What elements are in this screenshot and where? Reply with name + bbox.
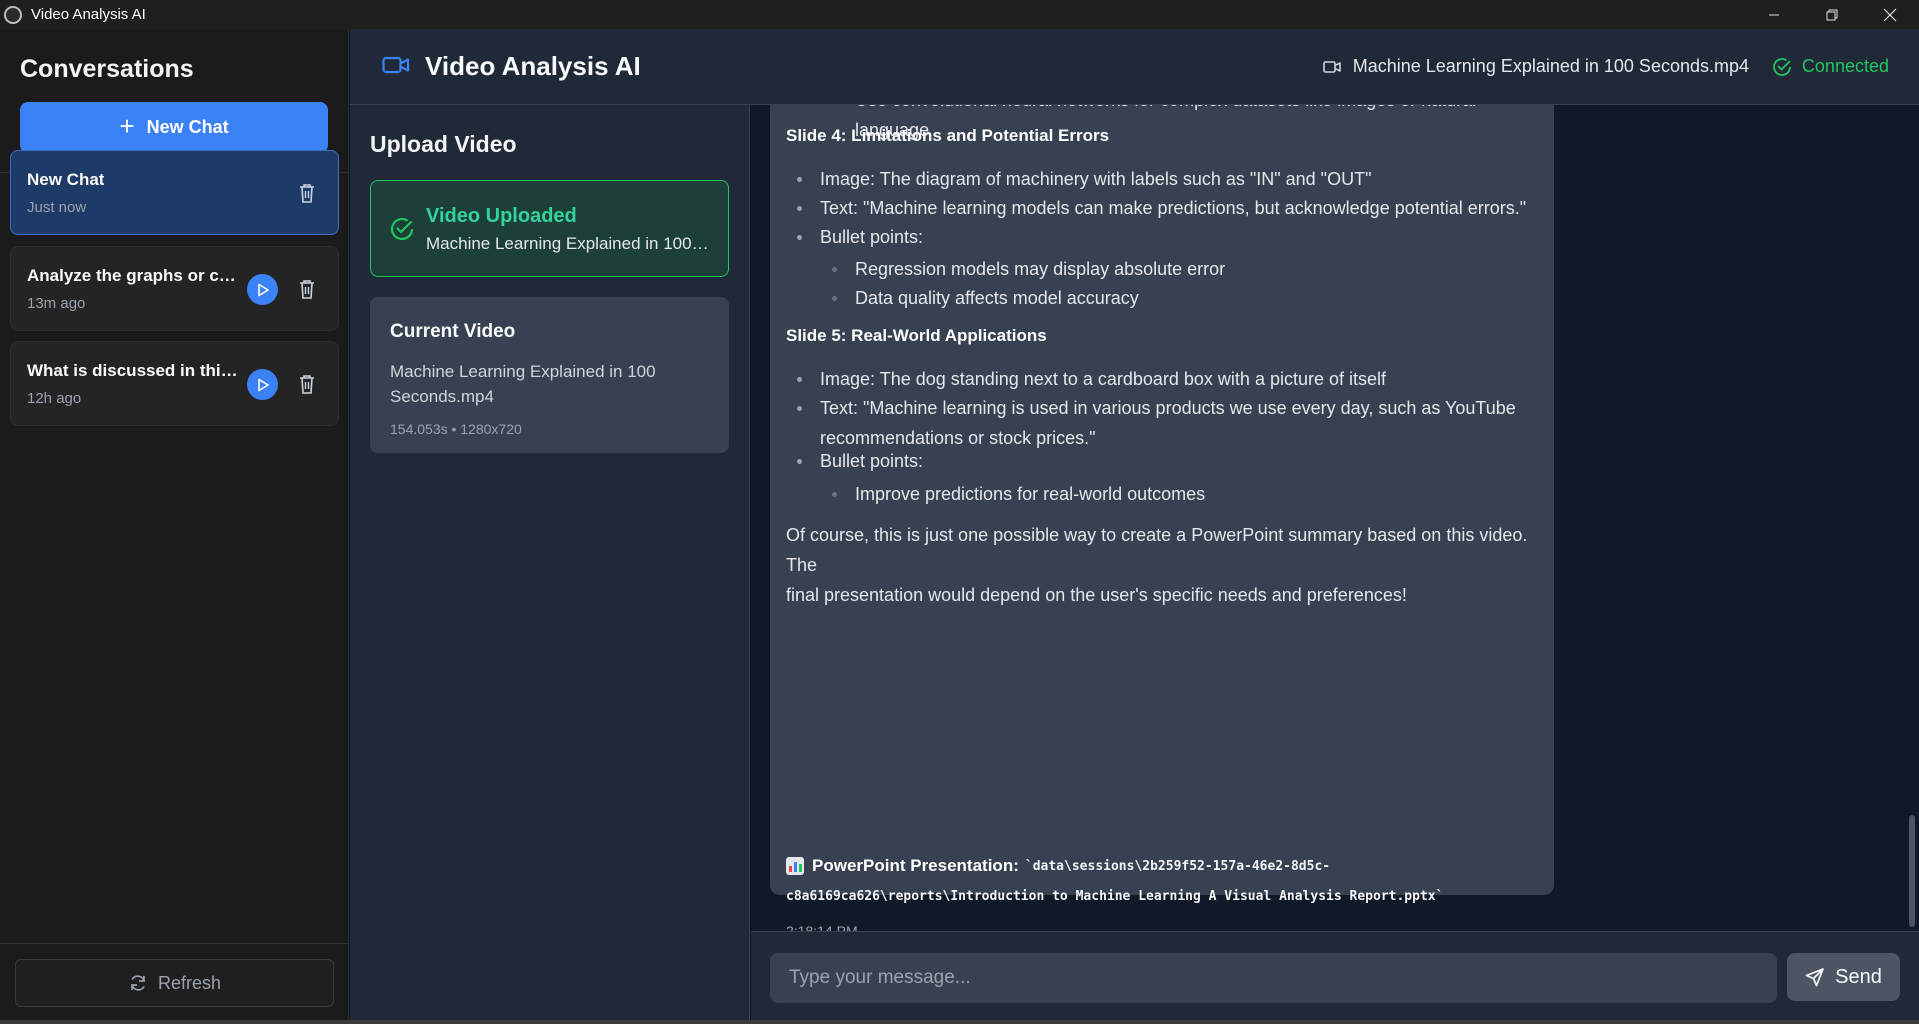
- header-file-name: Machine Learning Explained in 100 Second…: [1352, 56, 1749, 76]
- current-video-card: Current Video Machine Learning Explained…: [370, 297, 729, 453]
- message-composer: Send: [751, 931, 1919, 1024]
- restore-icon[interactable]: [1803, 0, 1861, 29]
- sidebar-footer-divider: [0, 943, 349, 944]
- upload-status-card[interactable]: Video Uploaded Machine Learning Explaine…: [370, 180, 729, 277]
- paragraph-line: final presentation would depend on the u…: [786, 585, 1407, 605]
- bar-chart-icon: [786, 857, 804, 875]
- play-button[interactable]: [247, 369, 278, 400]
- trash-icon[interactable]: [298, 182, 316, 204]
- conversation-item[interactable]: Analyze the graphs or charts in this vid…: [10, 246, 339, 331]
- list-item: Bullet points:: [796, 222, 923, 252]
- current-video-meta: 154.053s • 1280x720: [390, 421, 522, 437]
- refresh-icon: [131, 975, 145, 991]
- video-file-icon: [1322, 60, 1341, 73]
- app-logo-icon: [4, 5, 22, 24]
- message-input[interactable]: [770, 953, 1777, 1003]
- play-icon: [257, 283, 269, 296]
- connection-status-label: Connected: [1801, 56, 1889, 76]
- list-item: Regression models may display absolute e…: [831, 254, 1225, 284]
- sidebar-heading: Conversations: [20, 55, 194, 83]
- plus-icon: +: [119, 111, 135, 141]
- assistant-message: Use convolutional neural networks for co…: [770, 105, 1554, 931]
- conversation-title: New Chat: [27, 170, 105, 189]
- conversation-item[interactable]: What is discussed in this video? 12h ago: [10, 341, 339, 426]
- window-controls: [1745, 0, 1919, 29]
- refresh-button[interactable]: Refresh: [15, 959, 334, 1007]
- refresh-label: Refresh: [157, 972, 222, 993]
- upload-status-title: Video Uploaded: [426, 205, 577, 227]
- powerpoint-path-continued: c8a6169ca626\reports\Introduction to Mac…: [786, 889, 1444, 904]
- slide-heading: Slide 4: Limitations and Potential Error…: [786, 126, 1110, 145]
- chat-scrollbar[interactable]: [1909, 815, 1915, 927]
- send-button[interactable]: Send: [1787, 953, 1900, 1001]
- conversation-title: Analyze the graphs or charts in this vid…: [27, 266, 242, 285]
- paragraph-line: Of course, this is just one possible way…: [786, 525, 1528, 575]
- powerpoint-path: `data\sessions\2b259f52-157a-46e2-8d5c-: [1024, 858, 1331, 874]
- new-chat-label: New Chat: [146, 117, 229, 137]
- trash-icon[interactable]: [298, 278, 316, 300]
- message-timestamp: 2:18:14 PM: [786, 923, 858, 931]
- window-title: Video Analysis AI: [31, 6, 146, 23]
- current-video-file: Machine Learning Explained in 100 Second…: [390, 362, 656, 406]
- list-item-line: recommendations or stock prices.": [820, 428, 1096, 448]
- list-item: Image: The diagram of machinery with lab…: [796, 164, 1371, 194]
- play-icon: [257, 378, 269, 391]
- current-video-title: Current Video: [390, 321, 516, 342]
- list-item: Text: "Machine learning is used in vario…: [797, 393, 1516, 453]
- app-header: Video Analysis AI Machine Learning Expla…: [350, 29, 1919, 105]
- conversations-sidebar: Conversations + New Chat New Chat Just n…: [0, 29, 349, 1024]
- trash-icon[interactable]: [298, 373, 316, 395]
- close-icon[interactable]: [1861, 0, 1919, 29]
- new-chat-button[interactable]: + New Chat: [20, 102, 328, 153]
- chat-messages: Use convolutional neural networks for co…: [751, 105, 1919, 931]
- list-item-line: Text: "Machine learning is used in vario…: [820, 398, 1516, 418]
- conversation-time: Just now: [27, 199, 87, 216]
- conversation-time: 12h ago: [27, 390, 82, 407]
- list-item: Image: The dog standing next to a cardbo…: [796, 364, 1386, 394]
- play-button[interactable]: [247, 274, 278, 305]
- slide-heading: Slide 5: Real-World Applications: [786, 326, 1047, 345]
- uploaded-file-name: Machine Learning Explained in 100 Second…: [426, 234, 711, 253]
- taskbar-edge: [0, 1020, 1919, 1024]
- list-item: Improve predictions for real-world outco…: [831, 479, 1205, 509]
- window-titlebar: Video Analysis AI: [0, 0, 1919, 29]
- message-paragraph: Of course, this is just one possible way…: [786, 520, 1546, 610]
- minimize-icon[interactable]: [1745, 0, 1803, 29]
- conversation-time: 13m ago: [27, 295, 86, 312]
- upload-heading: Upload Video: [370, 131, 517, 157]
- powerpoint-attachment[interactable]: PowerPoint Presentation: `data\sessions\…: [786, 856, 1330, 876]
- list-item: Bullet points:: [796, 446, 923, 476]
- check-circle-icon: [390, 217, 414, 241]
- conversation-title: What is discussed in this video?: [27, 361, 242, 380]
- conversation-item[interactable]: New Chat Just now: [10, 150, 339, 235]
- upload-panel: Upload Video Video Uploaded Machine Lear…: [350, 105, 750, 1024]
- powerpoint-label: PowerPoint Presentation:: [812, 856, 1019, 875]
- list-item: Text: "Machine learning models can make …: [796, 193, 1526, 223]
- video-camera-icon: [382, 56, 410, 74]
- send-icon: [1805, 968, 1824, 987]
- header-title: Video Analysis AI: [425, 51, 641, 81]
- send-label: Send: [1835, 965, 1882, 988]
- check-circle-icon: [1773, 57, 1791, 76]
- list-item: Data quality affects model accuracy: [832, 283, 1139, 313]
- current-file-indicator: Machine Learning Explained in 100 Second…: [1322, 56, 1749, 77]
- connection-status: Connected: [1772, 56, 1889, 77]
